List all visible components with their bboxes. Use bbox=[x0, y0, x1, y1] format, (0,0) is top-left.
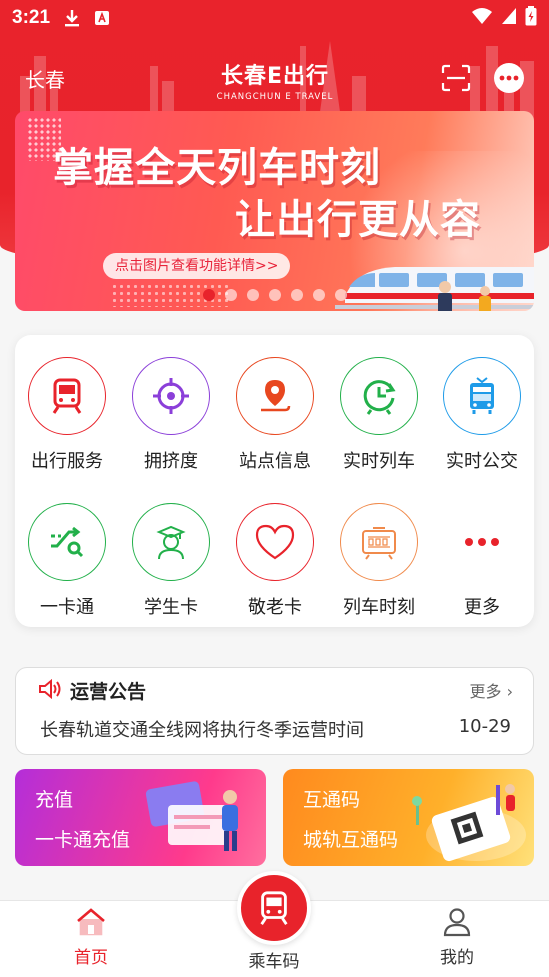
service-label: 站点信息 bbox=[239, 451, 311, 472]
service-label: 更多 bbox=[464, 597, 500, 618]
logo-subtitle: CHANGCHUN E TRAVEL bbox=[216, 92, 334, 102]
service-train-timetable[interactable]: 列车时刻 bbox=[327, 503, 431, 619]
service-travel[interactable]: 出行服务 bbox=[15, 357, 119, 473]
promo-banner[interactable]: 掌握全天列车时刻 让出行更从容 点击图片查看功能详情>> bbox=[15, 111, 534, 311]
qr-phone-illustration bbox=[412, 784, 526, 862]
app-notification-icon bbox=[94, 10, 110, 26]
home-icon bbox=[75, 908, 107, 941]
banner-indicators bbox=[15, 289, 534, 301]
clock-icon bbox=[340, 357, 418, 435]
app-logo: 长春E出行 CHANGCHUN E TRAVEL bbox=[212, 58, 338, 102]
target-icon bbox=[132, 357, 210, 435]
timetable-icon bbox=[340, 503, 418, 581]
services-grid: 出行服务 拥挤度 站点信息 实时列车 实时公交 一卡通 学生卡 敬老卡 列车时刻… bbox=[15, 335, 534, 627]
signal-icon bbox=[501, 7, 517, 29]
promo-title: 互通码 bbox=[303, 789, 361, 811]
service-realtime-train[interactable]: 实时列车 bbox=[327, 357, 431, 473]
announcement-more-link[interactable]: 更多 › bbox=[469, 678, 513, 702]
service-senior-card[interactable]: 敬老卡 bbox=[223, 503, 327, 619]
service-label: 拥挤度 bbox=[144, 451, 198, 472]
indicator-dot[interactable] bbox=[224, 289, 237, 301]
tab-mine-label: 我的 bbox=[440, 948, 474, 968]
recharge-card[interactable]: 充值 一卡通充值 bbox=[15, 769, 266, 866]
scan-icon[interactable] bbox=[441, 64, 471, 96]
status-bar: 3:21 bbox=[0, 0, 549, 36]
user-icon bbox=[442, 908, 472, 941]
wifi-icon bbox=[471, 7, 493, 29]
service-label: 实时公交 bbox=[446, 451, 518, 472]
top-bar: 长春 长春E出行 CHANGCHUN E TRAVEL bbox=[0, 52, 549, 104]
download-icon bbox=[64, 9, 80, 27]
bottom-tab-bar: 首页 乘车码 我的 bbox=[0, 871, 549, 977]
announcement-header: 运营公告 bbox=[38, 677, 146, 704]
service-realtime-bus[interactable]: 实时公交 bbox=[430, 357, 534, 473]
service-label: 列车时刻 bbox=[343, 597, 415, 618]
more-dots-icon bbox=[443, 503, 521, 581]
service-more[interactable]: 更多 bbox=[430, 503, 534, 619]
city-selector[interactable]: 长春 bbox=[25, 64, 65, 93]
tab-ride-code-label[interactable]: 乘车码 bbox=[214, 947, 334, 972]
service-transit-card[interactable]: 一卡通 bbox=[15, 503, 119, 619]
indicator-dot[interactable] bbox=[334, 289, 347, 301]
service-station-info[interactable]: 站点信息 bbox=[223, 357, 327, 473]
announcement-card[interactable]: 运营公告 更多 › 长春轨道交通全线网将执行冬季运营时间 10-29 bbox=[15, 667, 534, 755]
service-label: 敬老卡 bbox=[248, 597, 302, 618]
train-icon bbox=[260, 891, 288, 925]
promo-subtitle: 一卡通充值 bbox=[35, 829, 131, 851]
speaker-icon bbox=[38, 678, 62, 703]
ride-code-button[interactable] bbox=[237, 871, 311, 945]
promo-title: 充值 bbox=[35, 789, 74, 811]
tab-home-label: 首页 bbox=[74, 948, 108, 968]
service-crowding[interactable]: 拥挤度 bbox=[119, 357, 223, 473]
promo-subtitle: 城轨互通码 bbox=[303, 829, 399, 851]
app-screen: 3:21 长春 长春E出行 CHANGCHUN E TRAVEL 掌握全天列车时… bbox=[0, 0, 549, 977]
service-label: 学生卡 bbox=[144, 597, 198, 618]
message-icon[interactable] bbox=[494, 63, 524, 93]
bus-icon bbox=[443, 357, 521, 435]
service-label: 出行服务 bbox=[31, 451, 103, 472]
logo-title: 长春E出行 bbox=[220, 64, 330, 89]
recharge-illustration bbox=[145, 781, 238, 851]
announcement-title: 运营公告 bbox=[70, 681, 147, 703]
service-student-card[interactable]: 学生卡 bbox=[119, 503, 223, 619]
status-time: 3:21 bbox=[12, 7, 51, 28]
student-icon bbox=[132, 503, 210, 581]
banner-headline: 掌握全天列车时刻 bbox=[53, 145, 381, 191]
tab-home[interactable]: 首页 bbox=[31, 907, 151, 968]
announcement-item[interactable]: 长春轨道交通全线网将执行冬季运营时间 bbox=[40, 716, 364, 742]
announcement-date: 10-29 bbox=[458, 716, 511, 737]
indicator-dot[interactable] bbox=[312, 289, 325, 301]
train-icon bbox=[28, 357, 106, 435]
service-label: 实时列车 bbox=[343, 451, 415, 472]
indicator-dot-active[interactable] bbox=[202, 289, 215, 301]
card-route-icon bbox=[28, 503, 106, 581]
service-label: 一卡通 bbox=[40, 597, 94, 618]
interop-code-card[interactable]: 互通码 城轨互通码 bbox=[283, 769, 534, 866]
banner-details-link[interactable]: 点击图片查看功能详情>> bbox=[103, 253, 291, 279]
chevron-right-icon: › bbox=[506, 682, 513, 701]
banner-subheadline: 让出行更从容 bbox=[235, 197, 481, 243]
train-illustration bbox=[335, 267, 534, 311]
indicator-dot[interactable] bbox=[246, 289, 259, 301]
tab-mine[interactable]: 我的 bbox=[397, 907, 517, 968]
indicator-dot[interactable] bbox=[290, 289, 303, 301]
heart-icon bbox=[236, 503, 314, 581]
location-icon bbox=[236, 357, 314, 435]
battery-icon bbox=[525, 6, 537, 30]
indicator-dot[interactable] bbox=[268, 289, 281, 301]
